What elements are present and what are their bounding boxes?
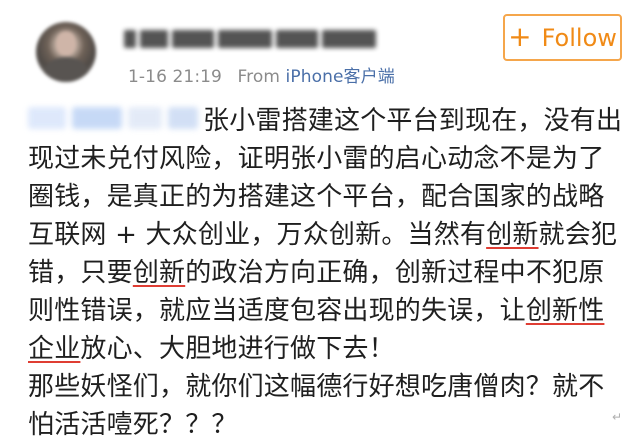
- post-source-prefix: From: [237, 67, 286, 87]
- username-redaction-chunk: [322, 30, 376, 48]
- username-redaction-chunk: [140, 30, 168, 48]
- post-line-5: 错，只要创新的政治方向正确，创新过程中不犯原: [28, 254, 624, 292]
- post-text-line-9: 怕活活噎死？？？: [28, 410, 238, 440]
- post-text-line-4-suffix: 就会犯: [538, 220, 618, 250]
- post-source-link[interactable]: iPhone客户端: [286, 67, 395, 87]
- return-mark-icon: ↵: [611, 410, 622, 424]
- redaction-piece: [72, 107, 122, 129]
- post-line-2: 现过未兑付风险，证明张小雷的启心动念不是为了: [28, 140, 624, 178]
- avatar[interactable]: [36, 22, 96, 82]
- post-text-line-5-prefix: 错，只要: [28, 258, 133, 288]
- post-text-line-5-suffix: 的政治方向正确，创新过程中不犯原: [185, 258, 605, 288]
- highlighted-innovation: 创新: [486, 220, 539, 250]
- username-redaction-chunk: [218, 30, 272, 48]
- username-redaction-chunk: [276, 30, 318, 48]
- post-text-line-7-suffix: 放心、大胆地进行做下去！: [80, 334, 395, 364]
- post-line-9: 怕活活噎死？？？: [28, 406, 624, 444]
- post-time: 1-16 21:19: [128, 67, 222, 87]
- post-text-line-3: 圈钱，是真正的为搭建这个平台，配合国家的战略: [28, 182, 605, 212]
- post-text-line-2: 现过未兑付风险，证明张小雷的启心动念不是为了: [28, 144, 605, 174]
- redaction-piece: [168, 107, 198, 129]
- post-text-line-8: 那些妖怪们，就你们这幅德行好想吃唐僧肉？就不: [28, 372, 605, 402]
- redaction-piece: [128, 107, 162, 129]
- avatar-body: [44, 57, 88, 82]
- post-text-line-6-prefix: 则性错误，就应当适度包容出现的失误，让: [28, 296, 526, 326]
- username-redaction-chunk: [172, 30, 214, 48]
- redacted-text: [28, 107, 198, 135]
- avatar-face: [56, 31, 76, 56]
- post-line-7: 企业放心、大胆地进行做下去！: [28, 330, 624, 368]
- post-text-line-1: 张小雷搭建这个平台到现在，没有出: [203, 106, 623, 136]
- follow-button[interactable]: + Follow: [503, 14, 622, 61]
- username-redacted[interactable]: [124, 25, 388, 53]
- post-text-line-4-prefix: 互联网 + 大众创业，万众创新。当然有: [28, 220, 487, 250]
- highlighted-enterprise: 企业: [28, 334, 81, 364]
- post-line-8: 那些妖怪们，就你们这幅德行好想吃唐僧肉？就不: [28, 368, 624, 406]
- post-line-6: 则性错误，就应当适度包容出现的失误，让创新性: [28, 292, 624, 330]
- post-meta: 1-16 21:19 From iPhone客户端: [128, 62, 395, 87]
- post-line-3: 圈钱，是真正的为搭建这个平台，配合国家的战略: [28, 178, 624, 216]
- redaction-piece: [28, 107, 66, 129]
- plus-icon: +: [508, 19, 532, 53]
- highlighted-innovative: 创新性: [525, 296, 605, 326]
- username-redaction-chunk: [124, 30, 136, 48]
- post-body: 张小雷搭建这个平台到现在，没有出 现过未兑付风险，证明张小雷的启心动念不是为了 …: [28, 102, 624, 444]
- post-line-1: 张小雷搭建这个平台到现在，没有出: [28, 102, 624, 140]
- follow-button-label: Follow: [541, 23, 617, 52]
- highlighted-innovation: 创新: [132, 258, 186, 288]
- post-line-4: 互联网 + 大众创业，万众创新。当然有创新就会犯: [28, 216, 624, 254]
